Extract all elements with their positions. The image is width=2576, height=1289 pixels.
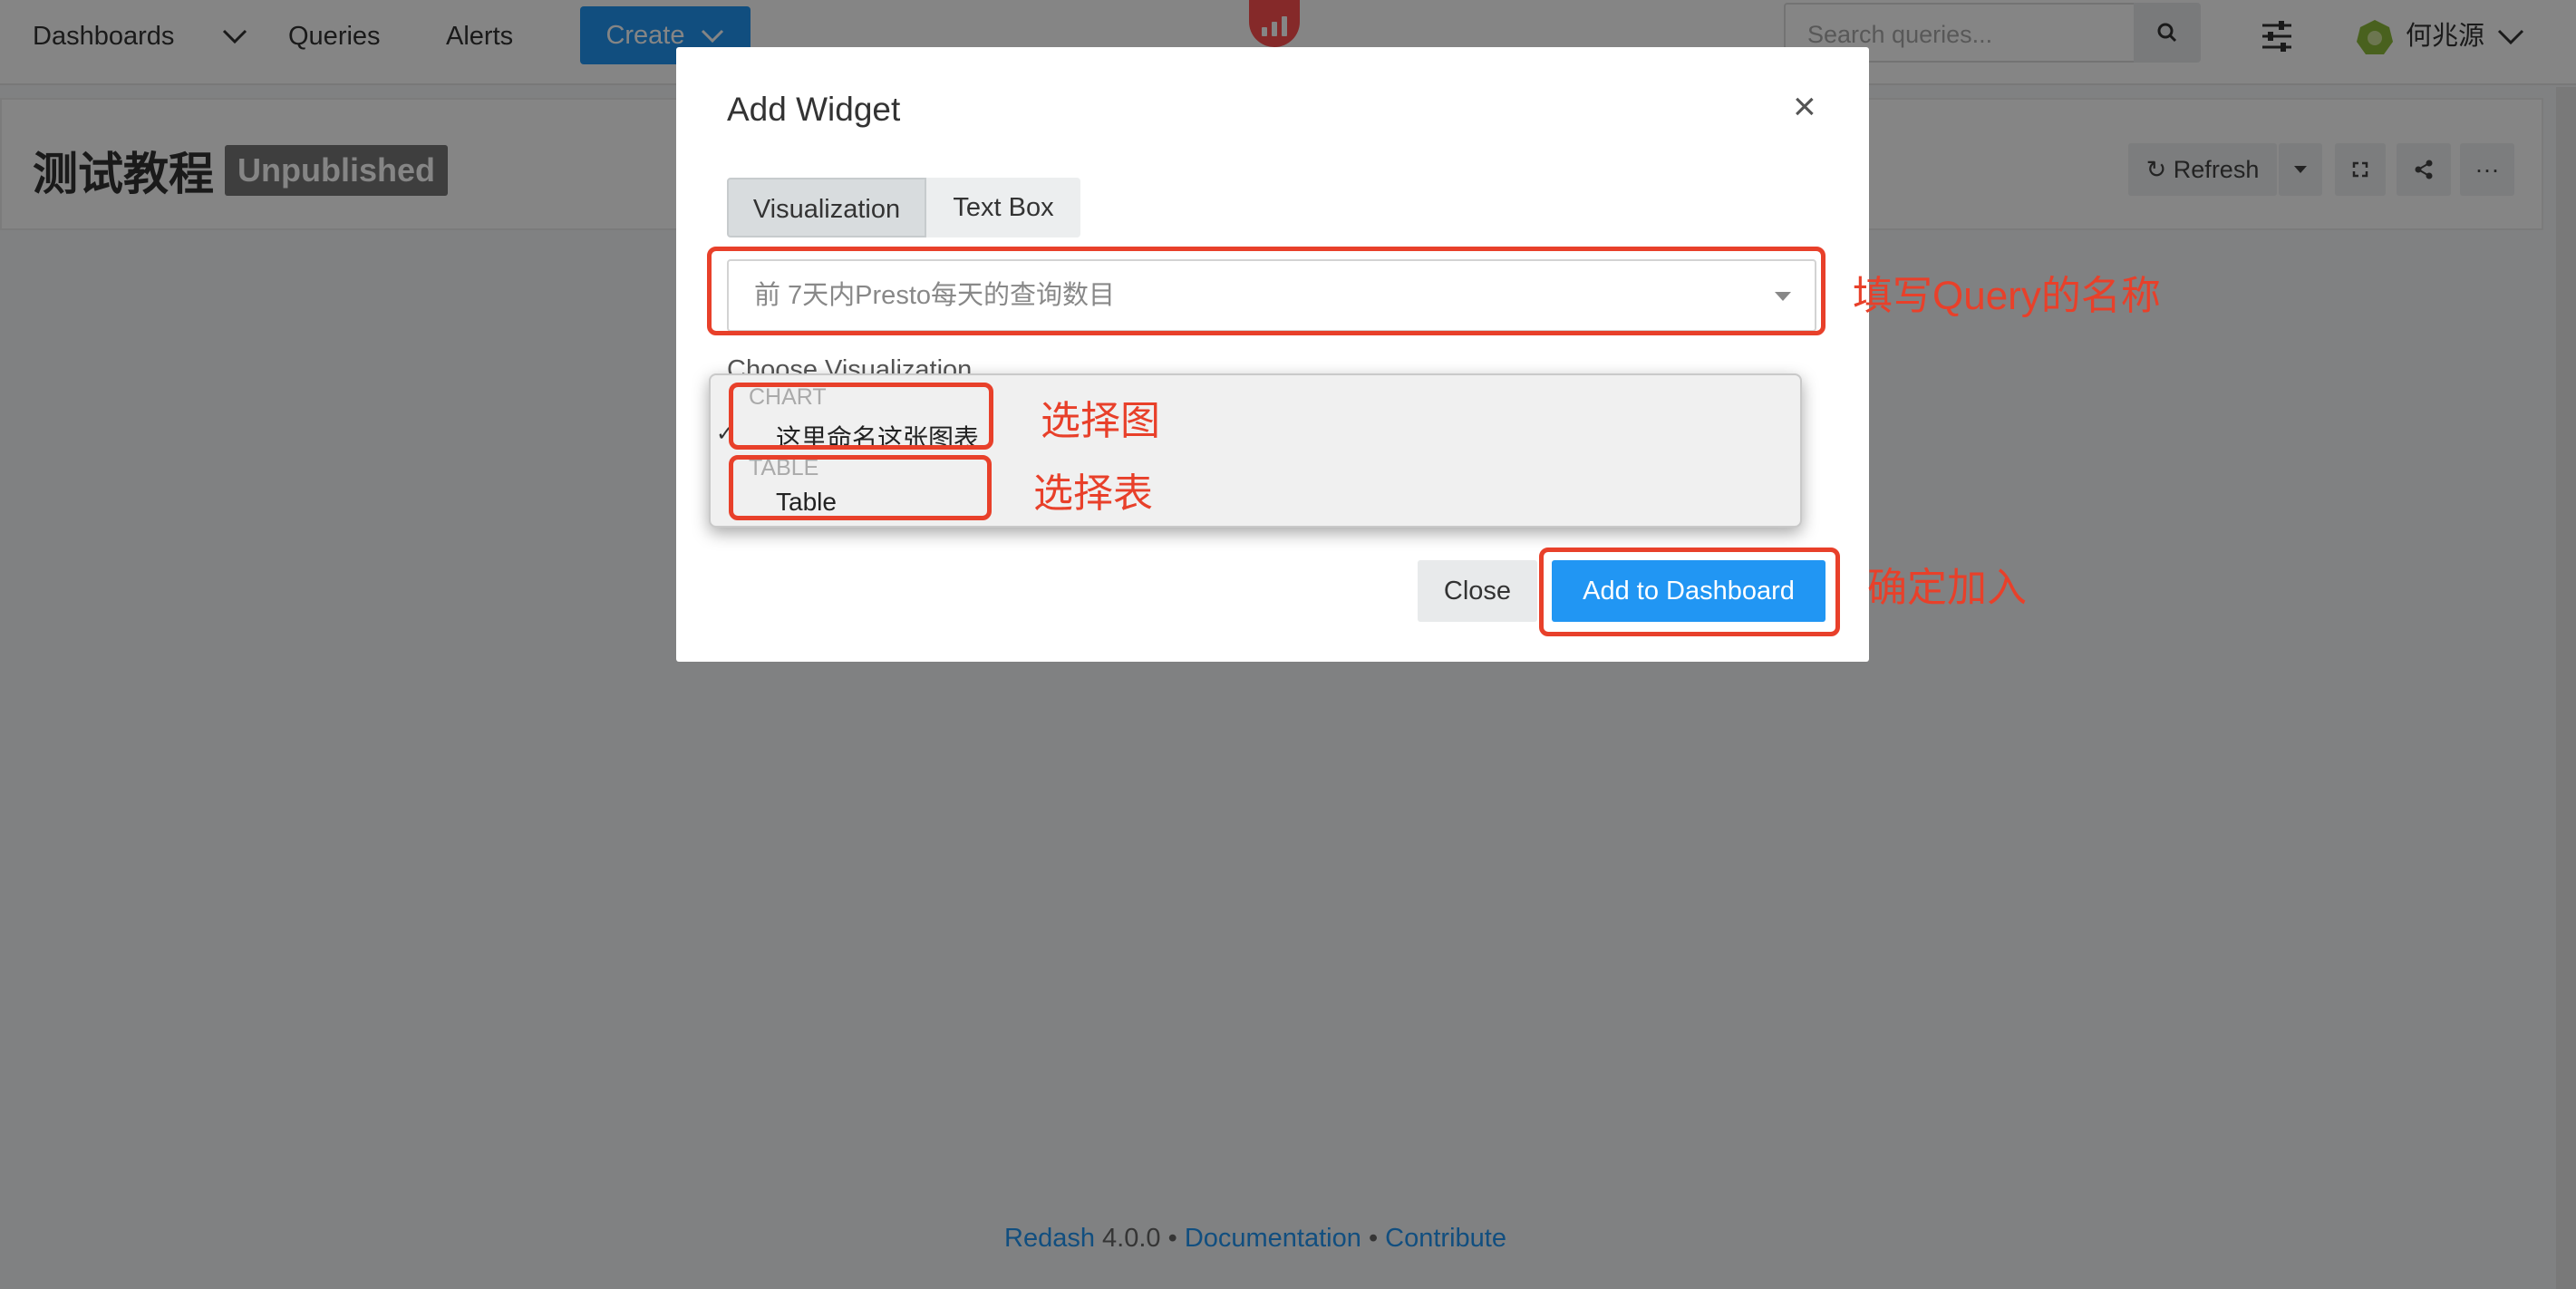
modal-title: Add Widget	[727, 91, 901, 128]
annotation-chart-note: 选择图	[1041, 399, 1160, 443]
annotation-box-confirm	[1539, 548, 1840, 636]
annotation-confirm-note: 确定加入	[1867, 566, 2027, 610]
annotation-table-note: 选择表	[1033, 471, 1153, 516]
tab-visualization[interactable]: Visualization	[727, 178, 926, 237]
annotation-query-note: 填写Query的名称	[1853, 274, 2161, 318]
close-icon[interactable]: ×	[1793, 87, 1816, 127]
tab-text-box[interactable]: Text Box	[926, 178, 1080, 237]
annotation-box-table	[729, 455, 992, 520]
annotation-box-query	[707, 247, 1825, 335]
close-button[interactable]: Close	[1418, 560, 1537, 622]
annotation-box-chart	[729, 383, 993, 450]
